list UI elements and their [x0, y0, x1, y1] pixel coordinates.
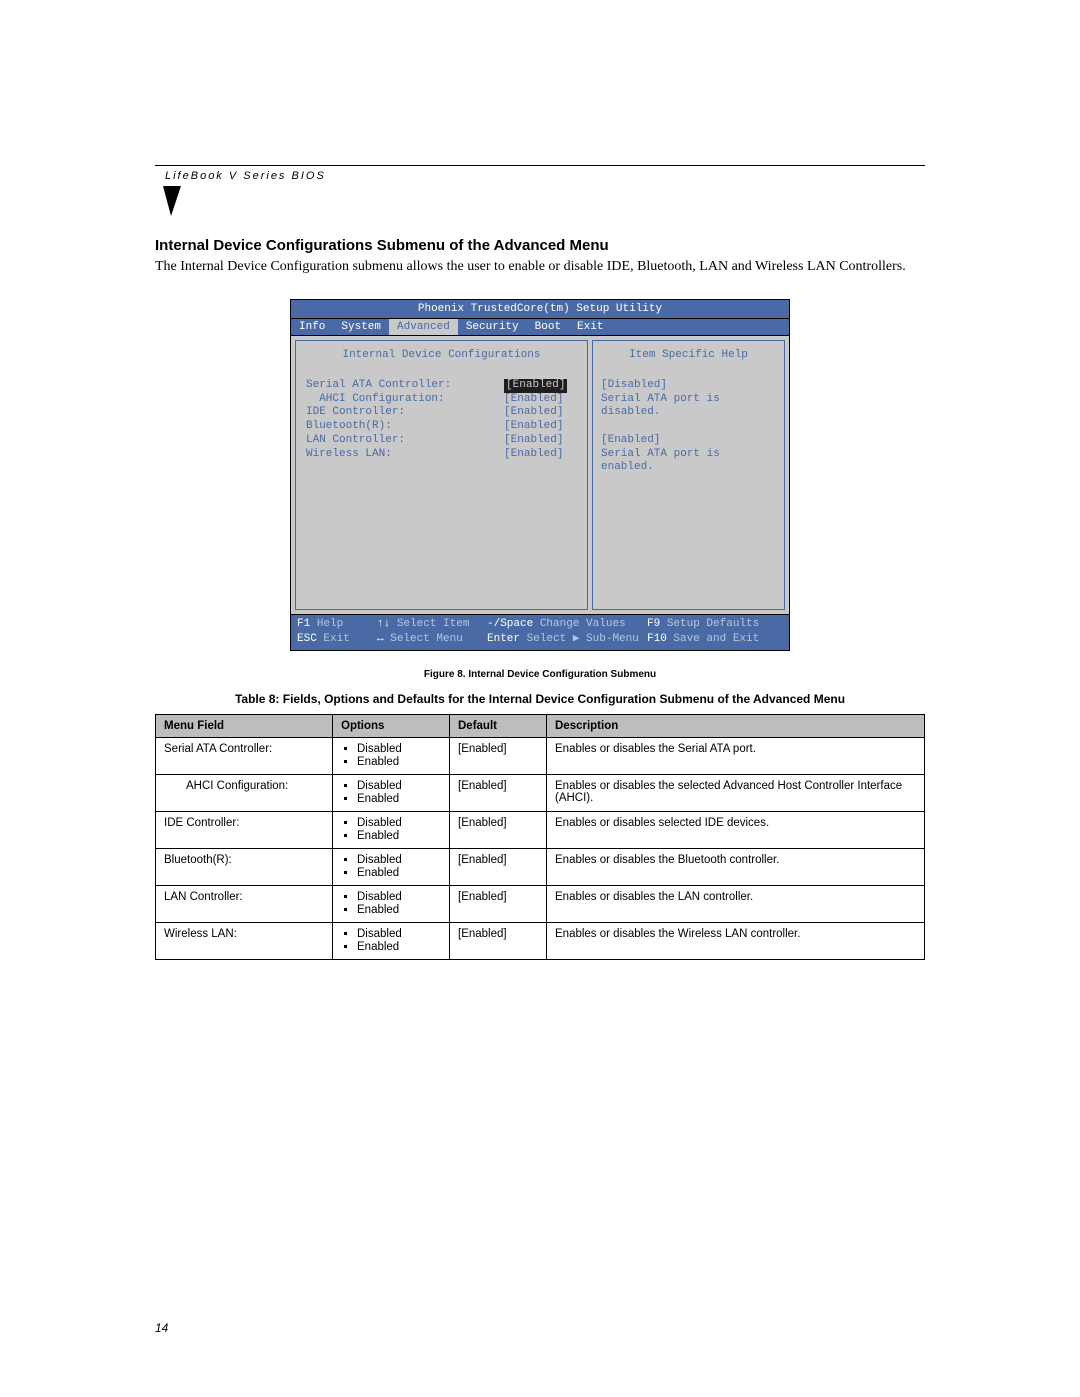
- footer-hint: ↔ Select Menu: [377, 632, 487, 647]
- bios-item: Serial ATA Controller: [Enabled]: [306, 379, 577, 393]
- footer-hint: Enter Select ▶ Sub-Menu: [487, 632, 647, 647]
- cell-description: Enables or disables the LAN controller.: [547, 885, 925, 922]
- footer-hint: F1 Help: [297, 617, 377, 632]
- page-number: 14: [155, 1321, 168, 1335]
- cell-description: Enables or disables the Wireless LAN con…: [547, 922, 925, 959]
- bios-help-title: Item Specific Help: [601, 349, 776, 361]
- bios-left-title: Internal Device Configurations: [306, 349, 577, 361]
- cell-description: Enables or disables the Bluetooth contro…: [547, 848, 925, 885]
- bios-help-line: Serial ATA port is: [601, 448, 776, 462]
- cell-field: Bluetooth(R):: [156, 848, 333, 885]
- bios-help-line: [Enabled]: [601, 434, 776, 448]
- table-row: LAN Controller:DisabledEnabled[Enabled]E…: [156, 885, 925, 922]
- cell-description: Enables or disables the selected Advance…: [547, 774, 925, 811]
- cell-default: [Enabled]: [450, 922, 547, 959]
- bios-footer: F1 Help↑↓ Select Item-/Space Change Valu…: [290, 615, 790, 651]
- cell-options: DisabledEnabled: [333, 811, 450, 848]
- bios-help-line: disabled.: [601, 406, 776, 420]
- bios-item: AHCI Configuration: [Enabled]: [306, 393, 577, 407]
- cell-options: DisabledEnabled: [333, 774, 450, 811]
- cell-default: [Enabled]: [450, 774, 547, 811]
- table-header: Menu Field: [156, 714, 333, 737]
- header-rule: [155, 165, 925, 166]
- table-header: Default: [450, 714, 547, 737]
- cell-default: [Enabled]: [450, 737, 547, 774]
- bios-item: IDE Controller: [Enabled]: [306, 406, 577, 420]
- bios-item: Bluetooth(R): [Enabled]: [306, 420, 577, 434]
- bios-tab-bar: Info System Advanced Security Boot Exit: [290, 318, 790, 335]
- bios-help-line: Serial ATA port is: [601, 393, 776, 407]
- bios-help-line: [601, 420, 776, 434]
- cell-description: Enables or disables the Serial ATA port.: [547, 737, 925, 774]
- bios-help-line: enabled.: [601, 461, 776, 475]
- bios-item: Wireless LAN: [Enabled]: [306, 448, 577, 462]
- cell-options: DisabledEnabled: [333, 922, 450, 959]
- table-row: AHCI Configuration:DisabledEnabled[Enabl…: [156, 774, 925, 811]
- cell-options: DisabledEnabled: [333, 737, 450, 774]
- bios-tab-info: Info: [291, 319, 333, 335]
- cell-default: [Enabled]: [450, 848, 547, 885]
- running-head: LifeBook V Series BIOS: [165, 170, 925, 182]
- cell-description: Enables or disables selected IDE devices…: [547, 811, 925, 848]
- cell-options: DisabledEnabled: [333, 848, 450, 885]
- cell-default: [Enabled]: [450, 885, 547, 922]
- cell-field: Serial ATA Controller:: [156, 737, 333, 774]
- footer-hint: F10 Save and Exit: [647, 632, 787, 647]
- cell-options: DisabledEnabled: [333, 885, 450, 922]
- table-row: Wireless LAN:DisabledEnabled[Enabled]Ena…: [156, 922, 925, 959]
- footer-hint: ↑↓ Select Item: [377, 617, 487, 632]
- bios-tab-boot: Boot: [527, 319, 569, 335]
- bios-help-line: [Disabled]: [601, 379, 776, 393]
- table-row: Serial ATA Controller:DisabledEnabled[En…: [156, 737, 925, 774]
- figure-caption: Figure 8. Internal Device Configuration …: [155, 669, 925, 680]
- bios-screenshot: Phoenix TrustedCore(tm) Setup Utility In…: [290, 299, 790, 651]
- wedge-ornament-icon: [163, 186, 181, 216]
- bios-tab-exit: Exit: [569, 319, 611, 335]
- intro-paragraph: The Internal Device Configuration submen…: [155, 258, 925, 277]
- table-row: IDE Controller:DisabledEnabled[Enabled]E…: [156, 811, 925, 848]
- table-header: Options: [333, 714, 450, 737]
- bios-tab-system: System: [333, 319, 389, 335]
- cell-default: [Enabled]: [450, 811, 547, 848]
- bios-utility-title: Phoenix TrustedCore(tm) Setup Utility: [290, 299, 790, 318]
- bios-help-panel: Item Specific Help [Disabled]Serial ATA …: [592, 340, 785, 610]
- cell-field: IDE Controller:: [156, 811, 333, 848]
- footer-hint: F9 Setup Defaults: [647, 617, 787, 632]
- options-table: Menu FieldOptionsDefaultDescription Seri…: [155, 714, 925, 960]
- table-title: Table 8: Fields, Options and Defaults fo…: [155, 692, 925, 706]
- bios-tab-security: Security: [458, 319, 527, 335]
- bios-tab-advanced: Advanced: [389, 319, 458, 335]
- bios-left-panel: Internal Device Configurations Serial AT…: [295, 340, 588, 610]
- footer-hint: -/Space Change Values: [487, 617, 647, 632]
- bios-item: LAN Controller: [Enabled]: [306, 434, 577, 448]
- footer-hint: ESC Exit: [297, 632, 377, 647]
- cell-field: LAN Controller:: [156, 885, 333, 922]
- table-header: Description: [547, 714, 925, 737]
- table-row: Bluetooth(R):DisabledEnabled[Enabled]Ena…: [156, 848, 925, 885]
- section-title: Internal Device Configurations Submenu o…: [155, 237, 925, 254]
- cell-field: Wireless LAN:: [156, 922, 333, 959]
- cell-field: AHCI Configuration:: [156, 774, 333, 811]
